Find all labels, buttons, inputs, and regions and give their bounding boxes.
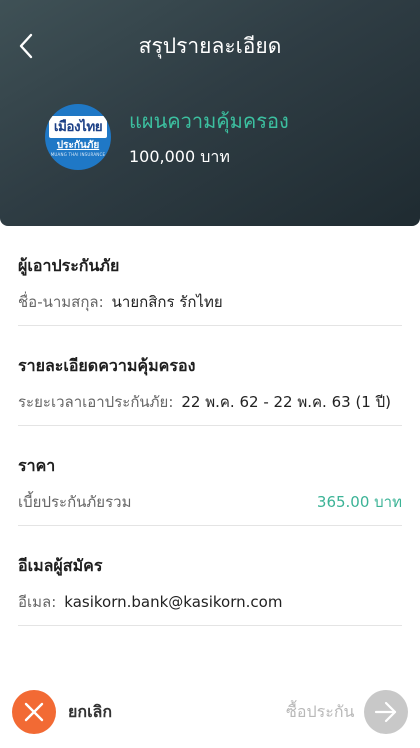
insured-name-value: นายกสิกร รักไทย [111, 293, 223, 311]
buy-insurance-label[interactable]: ซื้อประกัน [286, 700, 354, 724]
cancel-label[interactable]: ยกเลิก [68, 700, 112, 724]
logo-text-line1: เมืองไทย [49, 116, 107, 138]
email-row: อีเมล: kasikorn.bank@kasikorn.com [18, 590, 402, 614]
coverage-period-value: 22 พ.ค. 62 - 22 พ.ค. 63 (1 ปี) [181, 393, 391, 411]
plan-name: แผนความคุ้มครอง [129, 109, 289, 133]
email-section: อีเมลผู้สมัคร อีเมล: kasikorn.bank@kasik… [18, 554, 402, 626]
price-section-title: ราคา [18, 456, 56, 475]
premium-row: เบี้ยประกันภัยรวม 365.00 บาท [18, 490, 402, 514]
logo-text-line2: ประกันภัย [56, 140, 100, 151]
cancel-button[interactable] [12, 690, 56, 734]
coverage-section-title: รายละเอียดความคุ้มครอง [18, 356, 196, 375]
coverage-section: รายละเอียดความคุ้มครอง ระยะเวลาเอาประกัน… [18, 354, 402, 426]
insured-section-title: ผู้เอาประกันภัย [18, 256, 120, 275]
email-label: อีเมล: [18, 593, 57, 611]
insured-name-label: ชื่อ-นามสกุล: [18, 293, 104, 311]
logo-text-line3: MUANG THAI INSURANCE [50, 152, 106, 157]
email-value: kasikorn.bank@kasikorn.com [64, 593, 283, 611]
close-icon [24, 702, 44, 722]
premium-label: เบี้ยประกันภัยรวม [18, 493, 132, 511]
summary-header: สรุปรายละเอียด เมืองไทย ประกันภัย MUANG … [0, 0, 420, 226]
insured-section: ผู้เอาประกันภัย ชื่อ-นามสกุล: นายกสิกร ร… [18, 254, 402, 326]
premium-value: 365.00 บาท [316, 493, 402, 511]
coverage-period-row: ระยะเวลาเอาประกันภัย: 22 พ.ค. 62 - 22 พ.… [18, 390, 402, 414]
insurer-logo: เมืองไทย ประกันภัย MUANG THAI INSURANCE [45, 104, 111, 170]
arrow-right-icon [374, 701, 397, 723]
email-section-title: อีเมลผู้สมัคร [18, 556, 103, 575]
buy-insurance-button[interactable] [364, 690, 408, 734]
page-title: สรุปรายละเอียด [138, 34, 282, 58]
insured-name-row: ชื่อ-นามสกุล: นายกสิกร รักไทย [18, 290, 402, 314]
coverage-period-label: ระยะเวลาเอาประกันภัย: [18, 393, 174, 411]
price-section: ราคา เบี้ยประกันภัยรวม 365.00 บาท [18, 454, 402, 526]
plan-amount: 100,000 บาท [129, 147, 230, 166]
